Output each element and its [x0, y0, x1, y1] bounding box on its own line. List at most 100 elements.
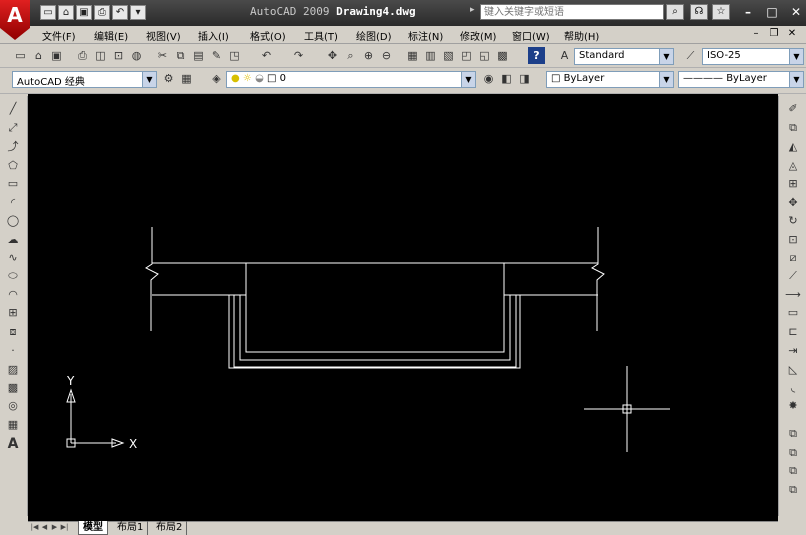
zoom-window-icon[interactable]: ⊕ — [360, 47, 377, 64]
tab-layout1[interactable]: 布局1 — [113, 521, 149, 535]
minimize-icon[interactable]: – — [738, 5, 758, 20]
region-icon[interactable]: ◎ — [5, 398, 21, 414]
rotate-icon[interactable]: ↻ — [785, 213, 801, 229]
make-layer-current-icon[interactable]: ◉ — [480, 70, 497, 87]
draworder-under-icon[interactable]: ⧉ — [785, 482, 801, 498]
color-select[interactable]: □ ByLayer ▼ — [546, 71, 674, 88]
communication-center-icon[interactable]: ☊ — [690, 4, 708, 20]
plot-preview-icon[interactable]: ◫ — [92, 47, 109, 64]
properties-icon[interactable]: ▦ — [404, 47, 421, 64]
tab-layout2[interactable]: 布局2 — [152, 521, 188, 535]
revision-cloud-icon[interactable]: ☁ — [5, 232, 21, 248]
menu-edit[interactable]: 编辑(E) — [94, 28, 128, 43]
drawing-canvas[interactable]: Y X — [28, 94, 778, 522]
construction-line-icon[interactable]: ⤢ — [5, 120, 21, 136]
text-style-icon[interactable]: A — [556, 47, 573, 64]
block-editor-icon[interactable]: ◳ — [226, 47, 243, 64]
workspace-settings-gear-icon[interactable]: ⚙ — [160, 70, 177, 87]
insert-block-icon[interactable]: ⊞ — [5, 305, 21, 321]
plot-icon[interactable]: ⎙ — [74, 47, 91, 64]
polygon-icon[interactable]: ⬠ — [5, 158, 21, 174]
zoom-realtime-icon[interactable]: ⌕ — [342, 47, 359, 64]
ellipse-arc-icon[interactable]: ◠ — [5, 287, 21, 303]
layer-select[interactable]: ● ☼ ◒ □ 0 ▼ — [226, 71, 476, 88]
layer-state-icon[interactable]: ◨ — [516, 70, 533, 87]
doc-close-icon[interactable]: ✕ — [784, 28, 800, 42]
favorites-star-icon[interactable]: ☆ — [712, 4, 730, 20]
new-file-icon[interactable]: ▭ — [40, 5, 56, 20]
multiline-text-icon[interactable]: A — [5, 436, 21, 452]
menu-help[interactable]: 帮助(H) — [564, 28, 599, 43]
quick-access-dropdown-icon[interactable]: ▾ — [130, 5, 146, 20]
spline-icon[interactable]: ∿ — [5, 250, 21, 266]
make-block-icon[interactable]: ⧈ — [5, 324, 21, 340]
my-workspace-icon[interactable]: ▦ — [178, 70, 195, 87]
search-icon[interactable]: ⌕ — [666, 4, 684, 20]
chamfer-icon[interactable]: ◺ — [785, 362, 801, 378]
publish-icon[interactable]: ⊡ — [110, 47, 127, 64]
open-icon[interactable]: ⌂ — [30, 47, 47, 64]
trim-icon[interactable]: ⟋ — [785, 268, 801, 284]
layer-previous-icon[interactable]: ◧ — [498, 70, 515, 87]
close-icon[interactable]: ✕ — [786, 5, 806, 20]
break-icon[interactable]: ⊏ — [785, 324, 801, 340]
copy-icon[interactable]: ⧉ — [172, 47, 189, 64]
3d-dwf-icon[interactable]: ◍ — [128, 47, 145, 64]
print-icon[interactable]: ⎙ — [94, 5, 110, 20]
sheet-set-icon[interactable]: ◰ — [458, 47, 475, 64]
quickcalc-icon[interactable]: ▩ — [494, 47, 511, 64]
mirror-icon[interactable]: ◭ — [785, 139, 801, 155]
maximize-icon[interactable]: □ — [762, 5, 782, 20]
save-toolbar-icon[interactable]: ▣ — [48, 47, 65, 64]
table-icon[interactable]: ▦ — [5, 417, 21, 433]
dimension-style-select[interactable]: ISO-25 ▼ — [702, 48, 804, 65]
save-icon[interactable]: ▣ — [76, 5, 92, 20]
hatch-icon[interactable]: ▨ — [5, 362, 21, 378]
arc-icon[interactable]: ◜ — [5, 195, 21, 211]
menu-file[interactable]: 文件(F) — [42, 28, 76, 43]
doc-minimize-icon[interactable]: – — [748, 28, 764, 42]
menu-tools[interactable]: 工具(T) — [304, 28, 338, 43]
dimension-style-icon[interactable]: ⟋ — [682, 47, 699, 64]
help-search-input[interactable] — [480, 4, 664, 20]
linetype-select[interactable]: ———— ByLayer ▼ — [678, 71, 804, 88]
markup-set-icon[interactable]: ◱ — [476, 47, 493, 64]
move-icon[interactable]: ✥ — [785, 195, 801, 211]
stretch-icon[interactable]: ⧄ — [785, 250, 801, 266]
scale-icon[interactable]: ⊡ — [785, 232, 801, 248]
gradient-icon[interactable]: ▩ — [5, 380, 21, 396]
tab-prev-icon[interactable]: ◀ — [40, 522, 49, 533]
copy-object-icon[interactable]: ⧉ — [785, 120, 801, 136]
match-properties-icon[interactable]: ✎ — [208, 47, 225, 64]
menu-modify[interactable]: 修改(M) — [460, 28, 496, 43]
break-at-point-icon[interactable]: ▭ — [785, 305, 801, 321]
line-icon[interactable]: ╱ — [5, 101, 21, 117]
tab-next-icon[interactable]: ▶ — [50, 522, 59, 533]
open-file-icon[interactable]: ⌂ — [58, 5, 74, 20]
draworder-front-icon[interactable]: ⧉ — [785, 426, 801, 442]
point-icon[interactable]: · — [5, 343, 21, 359]
layer-manager-icon[interactable]: ◈ — [208, 70, 225, 87]
tool-palettes-icon[interactable]: ▧ — [440, 47, 457, 64]
array-icon[interactable]: ⊞ — [785, 176, 801, 192]
rectangle-icon[interactable]: ▭ — [5, 176, 21, 192]
draworder-back-icon[interactable]: ⧉ — [785, 445, 801, 461]
menu-window[interactable]: 窗口(W) — [512, 28, 550, 43]
erase-icon[interactable]: ✐ — [785, 101, 801, 117]
polyline-icon[interactable]: ⤴ — [5, 139, 21, 155]
draworder-above-icon[interactable]: ⧉ — [785, 463, 801, 479]
redo-icon[interactable]: ↷ — [290, 47, 307, 64]
design-center-icon[interactable]: ▥ — [422, 47, 439, 64]
tab-last-icon[interactable]: ▶| — [60, 522, 69, 533]
help-icon[interactable]: ? — [528, 47, 545, 64]
join-icon[interactable]: ⇥ — [785, 343, 801, 359]
menu-dimension[interactable]: 标注(N) — [408, 28, 443, 43]
undo-icon[interactable]: ↶ — [112, 5, 128, 20]
fillet-icon[interactable]: ◟ — [785, 380, 801, 396]
extend-icon[interactable]: ⟶ — [785, 287, 801, 303]
menu-draw[interactable]: 绘图(D) — [356, 28, 392, 43]
ellipse-icon[interactable]: ⬭ — [5, 268, 21, 284]
offset-icon[interactable]: ◬ — [785, 158, 801, 174]
paste-icon[interactable]: ▤ — [190, 47, 207, 64]
workspace-select[interactable]: AutoCAD 经典 ▼ — [12, 71, 157, 88]
